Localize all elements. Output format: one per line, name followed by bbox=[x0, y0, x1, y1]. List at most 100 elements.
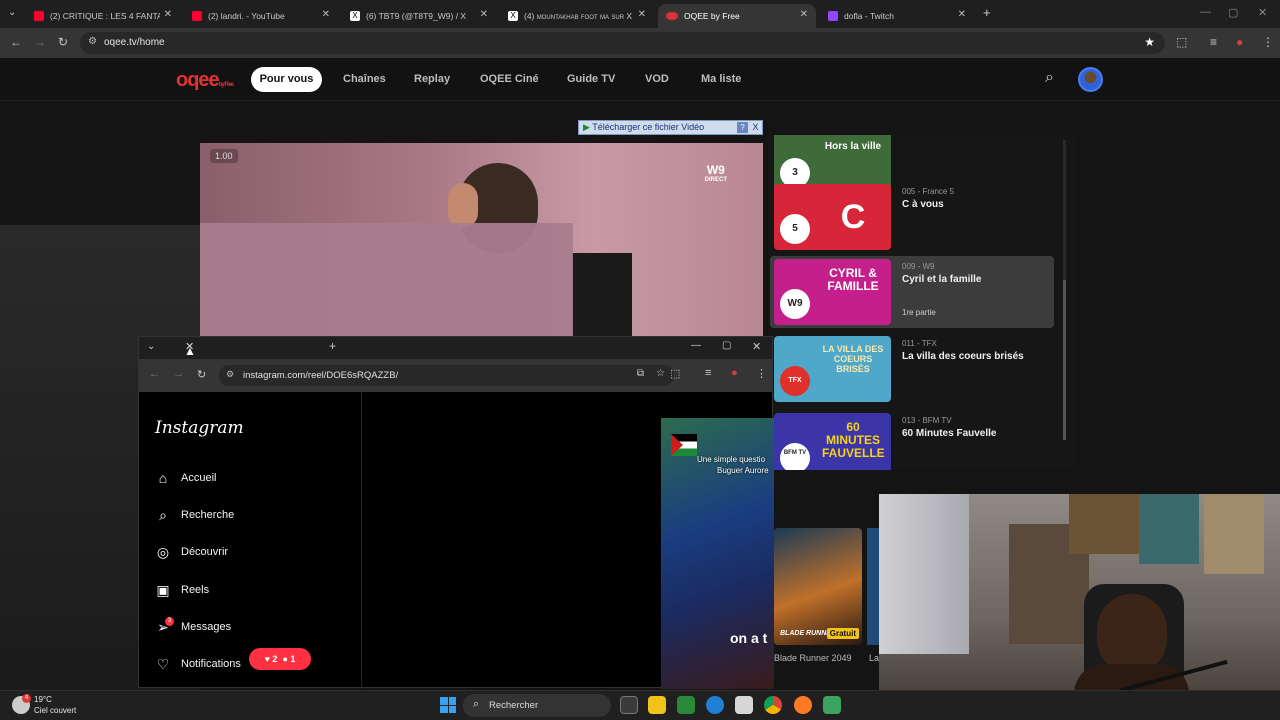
close-icon[interactable]: X bbox=[750, 122, 761, 133]
video-player[interactable]: 1.00 W9 DIRECT bbox=[200, 143, 763, 338]
nvidia-icon[interactable] bbox=[677, 696, 695, 714]
close-icon[interactable]: ✕ bbox=[800, 9, 808, 20]
maximize-icon[interactable]: ▢ bbox=[722, 340, 731, 351]
profile-icon[interactable]: ● bbox=[1236, 35, 1243, 49]
channel-program: Cyril et la famille bbox=[902, 274, 982, 285]
menu-icon[interactable]: ⋮ bbox=[756, 367, 767, 380]
download-video-bar[interactable]: ▶ Télécharger ce fichier Vidéo ? X bbox=[578, 120, 763, 135]
firefox-icon[interactable] bbox=[794, 696, 812, 714]
site-info-icon[interactable]: ⚙ bbox=[88, 36, 97, 47]
tab-title: OQEE by Free bbox=[684, 11, 740, 21]
search-icon[interactable]: ⌕ bbox=[1045, 69, 1054, 87]
weather-widget[interactable]: 4 19°C Ciel couvert bbox=[12, 694, 76, 716]
nav-ma-liste[interactable]: Ma liste bbox=[701, 73, 741, 85]
thumb-title: 60 MINUTES FAUVELLE bbox=[822, 420, 885, 460]
chrome-icon[interactable] bbox=[764, 696, 782, 714]
nav-reels[interactable]: ▣ Reels bbox=[155, 582, 209, 598]
site-info-icon[interactable]: ⚙ bbox=[226, 369, 234, 380]
instagram-window: ⌄ ✕ + — ▢ ✕ ← → ↻ ⚙ instagram.com/reel/D… bbox=[138, 336, 774, 689]
bookmark-star-icon[interactable]: ☆ bbox=[656, 368, 665, 379]
channel-item[interactable]: C 5 005 - France 5 C à vous bbox=[770, 181, 1054, 253]
cast-icon[interactable]: ⧉ bbox=[637, 368, 644, 379]
nav-vod[interactable]: VOD bbox=[645, 73, 669, 85]
media-control-icon[interactable]: ≡ bbox=[1210, 35, 1217, 49]
nav-oqee-cine[interactable]: OQEE Ciné bbox=[480, 73, 539, 85]
channel-program: La villa des coeurs brisés bbox=[902, 351, 1024, 362]
edge-icon[interactable] bbox=[706, 696, 724, 714]
address-bar[interactable]: ⚙ oqee.tv/home ★ bbox=[80, 32, 1165, 54]
browser-tab-3[interactable]: X (6) TBT9 (@T8T9_W9) / X ✕ bbox=[342, 4, 496, 28]
nav-label: Messages bbox=[181, 621, 232, 633]
media-control-icon[interactable]: ≡ bbox=[705, 367, 711, 379]
nav-chaines[interactable]: Chaînes bbox=[343, 73, 386, 85]
close-window-icon[interactable]: ✕ bbox=[1258, 6, 1267, 19]
reel-caption: Une simple questio Buguer Aurore bbox=[697, 454, 769, 476]
extensions-icon[interactable]: ⬚ bbox=[1176, 35, 1187, 49]
nav-notifications[interactable]: ♡ Notifications bbox=[155, 656, 241, 672]
channel-item[interactable]: 60 MINUTES FAUVELLE BFM TV 013 - BFM TV … bbox=[770, 410, 1054, 470]
minimize-icon[interactable]: — bbox=[1200, 6, 1211, 18]
profile-icon[interactable]: ● bbox=[731, 367, 738, 379]
nav-pour-vous[interactable]: Pour vous bbox=[251, 67, 322, 92]
nav-guide-tv[interactable]: Guide TV bbox=[567, 73, 615, 85]
extensions-icon[interactable]: ⬚ bbox=[670, 367, 680, 380]
close-icon[interactable]: ✕ bbox=[480, 9, 488, 20]
channel-thumbnail: LA VILLA DES COEURS BRISÉS TFX bbox=[774, 336, 891, 402]
flag-image bbox=[671, 434, 697, 456]
store-icon[interactable] bbox=[735, 696, 753, 714]
menu-icon[interactable]: ⋮ bbox=[1262, 35, 1274, 49]
channel-thumbnail: CYRIL & FAMILLE W9 bbox=[774, 259, 891, 325]
maximize-icon[interactable]: ▢ bbox=[1228, 6, 1238, 19]
compass-icon: ◎ bbox=[156, 544, 170, 560]
task-view-icon[interactable] bbox=[620, 696, 638, 714]
file-explorer-icon[interactable] bbox=[648, 696, 666, 714]
reel-video[interactable]: Une simple questio Buguer Aurore on a t bbox=[661, 418, 774, 689]
search-label: Rechercher bbox=[489, 700, 539, 711]
nav-accueil[interactable]: ⌂ Accueil bbox=[155, 470, 217, 486]
logo-text: oqee bbox=[176, 69, 220, 91]
browser-tab-1[interactable]: (2) CRITIQUE : LES 4 FANTASTIQ ✕ bbox=[26, 4, 180, 28]
back-icon[interactable]: ← bbox=[10, 35, 22, 49]
channel-item-selected[interactable]: CYRIL & FAMILLE W9 009 - W9 Cyril et la … bbox=[770, 256, 1054, 328]
browser-tab-6[interactable]: dofla - Twitch ✕ bbox=[820, 4, 974, 28]
bookmark-star-icon[interactable]: ★ bbox=[1144, 35, 1155, 49]
new-tab-button[interactable]: + bbox=[329, 339, 336, 353]
movie-card[interactable]: BLADE RUNNER Gratuit bbox=[774, 528, 862, 645]
avatar[interactable] bbox=[1078, 67, 1103, 92]
browser-tab-5[interactable]: OQEE by Free ✕ bbox=[658, 4, 816, 28]
address-bar[interactable]: ⚙ instagram.com/reel/DOE6sRQAZZB/ ⧉ ☆ bbox=[219, 365, 674, 386]
close-icon[interactable]: ✕ bbox=[638, 9, 646, 20]
instagram-logo[interactable]: Instagram bbox=[155, 418, 244, 438]
forward-icon[interactable]: → bbox=[173, 368, 184, 380]
browser-tab-2[interactable]: (2) landri. - YouTube ✕ bbox=[184, 4, 338, 28]
notifications-badge[interactable]: ♥ 2 ● 1 bbox=[249, 648, 311, 670]
channel-scrollbar[interactable] bbox=[1063, 140, 1066, 440]
browser-tab-4[interactable]: X (4) mountakhab foot ma sur X : ✕ bbox=[500, 4, 654, 28]
movie-card[interactable] bbox=[867, 528, 879, 645]
play-icon: ▶ bbox=[583, 122, 590, 132]
reload-icon[interactable]: ↻ bbox=[58, 35, 68, 49]
minimize-icon[interactable]: — bbox=[691, 340, 701, 351]
nav-decouvrir[interactable]: ◎ Découvrir bbox=[155, 544, 228, 560]
forward-icon[interactable]: → bbox=[34, 35, 46, 49]
tab-title: (2) CRITIQUE : LES 4 FANTASTIQ bbox=[50, 11, 160, 21]
nav-replay[interactable]: Replay bbox=[414, 73, 450, 85]
instagram-toolbar: ← → ↻ ⚙ instagram.com/reel/DOE6sRQAZZB/ … bbox=[139, 359, 772, 392]
app-icon[interactable] bbox=[823, 696, 841, 714]
help-icon[interactable]: ? bbox=[737, 122, 748, 133]
new-tab-button[interactable]: + bbox=[983, 5, 991, 20]
close-icon[interactable]: ✕ bbox=[164, 9, 172, 20]
channel-item[interactable]: LA VILLA DES COEURS BRISÉS TFX 011 - TFX… bbox=[770, 333, 1054, 405]
tab-search-icon[interactable]: ⌄ bbox=[147, 341, 155, 352]
windows-start-icon[interactable] bbox=[440, 697, 456, 713]
tab-search-icon[interactable]: ⌄ bbox=[8, 7, 16, 18]
messages-badge: 3 bbox=[165, 617, 174, 626]
oqee-logo[interactable]: oqeeby Free bbox=[176, 69, 234, 92]
close-icon[interactable]: ✕ bbox=[958, 9, 966, 20]
nav-recherche[interactable]: ⌕ Recherche bbox=[155, 507, 234, 523]
reload-icon[interactable]: ↻ bbox=[197, 368, 206, 381]
close-icon[interactable]: ✕ bbox=[322, 9, 330, 20]
back-icon[interactable]: ← bbox=[149, 368, 160, 380]
taskbar-search[interactable]: ⌕ Rechercher bbox=[463, 694, 611, 717]
close-window-icon[interactable]: ✕ bbox=[752, 340, 761, 353]
